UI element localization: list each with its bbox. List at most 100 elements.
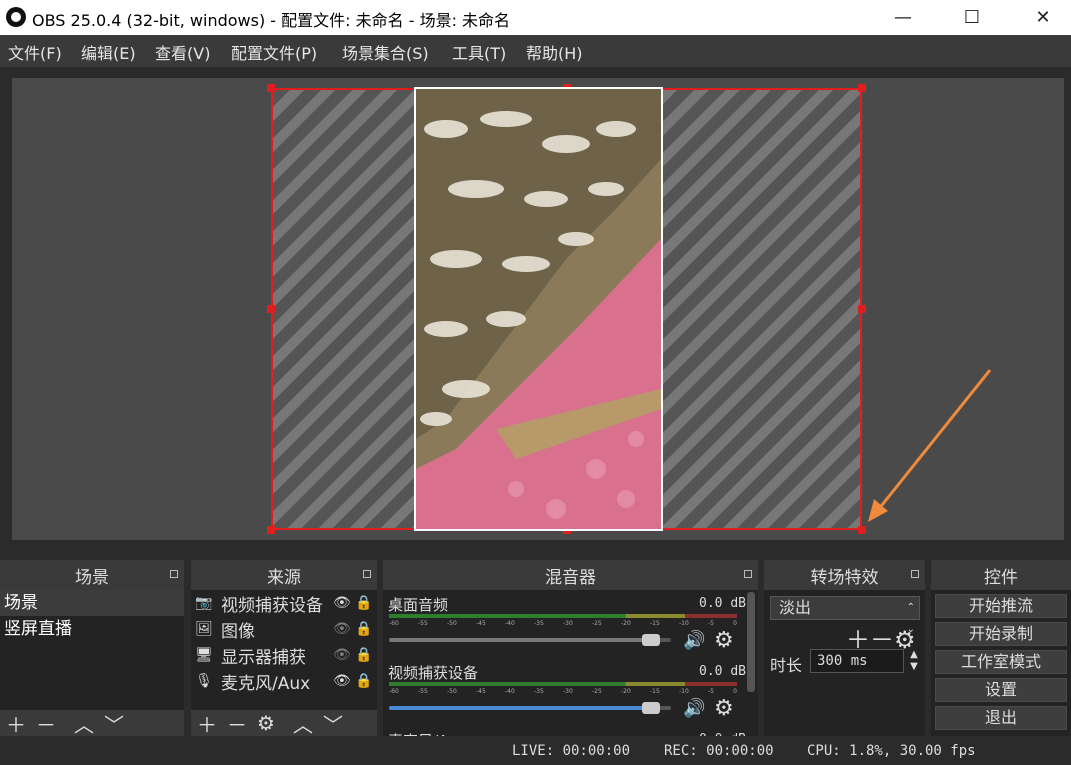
menu-file[interactable]: 文件(F) xyxy=(8,40,62,64)
resize-handle-top-right[interactable] xyxy=(858,84,866,92)
minimize-button[interactable]: — xyxy=(880,0,926,35)
resize-handle-bottom-right[interactable] xyxy=(858,526,866,534)
meter-tick-label: -15 xyxy=(650,688,660,695)
float-dock-icon[interactable] xyxy=(744,570,752,578)
duration-spinner-icon[interactable]: ▲ ▼ xyxy=(908,649,920,673)
scenes-toolbar: ＋ － ︿ ﹀ xyxy=(0,709,184,738)
gear-icon[interactable]: ⚙ xyxy=(257,711,275,735)
hidden-icon[interactable]: 👁 xyxy=(333,621,351,637)
meter-tick-label: -5 xyxy=(708,620,714,627)
float-dock-icon[interactable] xyxy=(363,570,371,578)
status-bar: LIVE: 00:00:00 REC: 00:00:00 CPU: 1.8%, … xyxy=(0,736,1071,765)
gear-icon[interactable]: ⚙ xyxy=(714,628,734,653)
meter-tick-label: -10 xyxy=(679,620,689,627)
start-streaming-button[interactable]: 开始推流 xyxy=(935,594,1067,618)
channel-db: 0.0 dB xyxy=(699,596,746,611)
microphone-icon: 🎙 xyxy=(195,673,213,689)
meter-tick-label: -20 xyxy=(621,620,631,627)
channel-name: 视频捕获设备 xyxy=(388,664,479,682)
mixer-dock-header: 混音器 xyxy=(383,560,758,590)
meter-tick-label: -35 xyxy=(534,688,544,695)
speaker-icon[interactable]: 🔊 xyxy=(683,630,705,651)
scene-item[interactable]: 场景 xyxy=(0,590,184,616)
mixer-channel: 桌面音频 0.0 dB -60 -55 -50 -45 -40 -35 -30 -25 -20 -15… xyxy=(383,590,758,658)
gear-icon[interactable]: ⚙ xyxy=(714,696,734,721)
speaker-icon[interactable]: 🔊 xyxy=(683,698,705,719)
menu-tools[interactable]: 工具(T) xyxy=(452,40,506,64)
source-item[interactable]: 🖥 显示器捕获 👁 🔒 xyxy=(191,642,377,668)
lock-icon[interactable]: 🔒 xyxy=(355,621,372,637)
mixer-scrollbar[interactable] xyxy=(747,592,755,692)
lock-icon[interactable]: 🔒 xyxy=(355,647,372,663)
volume-slider[interactable] xyxy=(389,702,671,714)
duration-label: 时长 xyxy=(770,656,803,675)
camera-icon: 📷 xyxy=(195,595,213,611)
volume-meter xyxy=(389,682,737,686)
visibility-icon[interactable]: 👁 xyxy=(333,595,351,611)
resize-handle-right[interactable] xyxy=(858,305,866,313)
slider-knob[interactable] xyxy=(642,702,661,714)
maximize-button[interactable]: ☐ xyxy=(949,0,995,35)
camera-feed-image xyxy=(414,87,663,531)
add-icon[interactable]: ＋ xyxy=(6,709,26,738)
channel-db: 0.0 dB xyxy=(699,664,746,679)
meter-tick-label: -45 xyxy=(476,620,486,627)
remove-icon[interactable]: － xyxy=(227,709,247,738)
move-down-icon[interactable]: ﹀ xyxy=(323,709,343,738)
source-name: 显示器捕获 xyxy=(221,647,306,668)
meter-tick-label: -25 xyxy=(592,688,602,695)
lock-icon[interactable]: 🔒 xyxy=(355,673,372,689)
source-name: 图像 xyxy=(221,621,255,642)
source-item[interactable]: 🎙 麦克风/Aux 👁 🔒 xyxy=(191,668,377,694)
sources-dock: 来源 📷 视频捕获设备 👁 🔒 🖼 图像 👁 🔒 🖥 显示器捕获 👁 🔒 🎙 麦… xyxy=(191,560,377,738)
sources-toolbar: ＋ － ⚙ ︿ ﹀ xyxy=(191,709,377,738)
menu-profile[interactable]: 配置文件(P) xyxy=(231,40,317,64)
menu-view[interactable]: 查看(V) xyxy=(155,40,210,64)
meter-tick-label: -15 xyxy=(650,620,660,627)
obs-logo-icon xyxy=(6,7,26,27)
remove-icon[interactable]: － xyxy=(36,709,56,738)
studio-mode-button[interactable]: 工作室模式 xyxy=(935,650,1067,674)
move-up-icon[interactable]: ︿ xyxy=(74,709,94,738)
mixer-channel: 视频捕获设备 0.0 dB -60 -55 -50 -45 -40 -35 -30 -25 -20-… xyxy=(383,658,758,726)
exit-button[interactable]: 退出 xyxy=(935,706,1067,730)
duration-input[interactable]: 300 ms xyxy=(810,649,904,673)
meter-tick-label: -45 xyxy=(476,688,486,695)
resize-handle-top-left[interactable] xyxy=(267,84,275,92)
mixer-dock: 混音器 桌面音频 0.0 dB -60 -55 -50 -45 -40 -35 -30 -25 -2… xyxy=(383,560,758,736)
meter-tick-label: -55 xyxy=(418,688,428,695)
source-item[interactable]: 📷 视频捕获设备 👁 🔒 xyxy=(191,590,377,616)
menu-help[interactable]: 帮助(H) xyxy=(526,40,583,64)
lock-icon[interactable]: 🔒 xyxy=(355,595,372,611)
scene-item[interactable]: 竖屏直播 xyxy=(0,616,184,642)
resize-handle-bottom-left[interactable] xyxy=(267,526,275,534)
volume-slider[interactable] xyxy=(389,634,671,646)
scenes-dock-title: 场景 xyxy=(75,567,109,588)
live-status: LIVE: 00:00:00 xyxy=(512,743,631,759)
rec-status: REC: 00:00:00 xyxy=(664,743,774,759)
cpu-status: CPU: 1.8%, 30.00 fps xyxy=(807,743,976,759)
scenes-dock: 场景 场景 竖屏直播 ＋ － ︿ ﹀ xyxy=(0,560,184,738)
menu-scene-collection[interactable]: 场景集合(S) xyxy=(342,40,429,64)
visibility-icon[interactable]: 👁 xyxy=(333,673,351,689)
start-recording-button[interactable]: 开始录制 xyxy=(935,622,1067,646)
mixer-dock-title: 混音器 xyxy=(545,567,596,588)
meter-tick-label: -40 xyxy=(505,620,515,627)
close-button[interactable]: ✕ xyxy=(1020,0,1066,35)
settings-button[interactable]: 设置 xyxy=(935,678,1067,702)
source-item[interactable]: 🖼 图像 👁 🔒 xyxy=(191,616,377,642)
transition-select[interactable]: 淡出 ⌃ ⌄ xyxy=(770,596,920,635)
move-down-icon[interactable]: ﹀ xyxy=(104,709,124,738)
float-dock-icon[interactable] xyxy=(911,570,919,578)
hidden-icon[interactable]: 👁 xyxy=(333,647,351,663)
meter-tick-label: -20 xyxy=(621,688,631,695)
resize-handle-left[interactable] xyxy=(267,305,275,313)
add-icon[interactable]: ＋ xyxy=(197,709,217,738)
window-title: OBS 25.0.4 (32-bit, windows) - 配置文件: 未命名… xyxy=(32,11,511,30)
move-up-icon[interactable]: ︿ xyxy=(293,709,313,738)
float-dock-icon[interactable] xyxy=(170,570,178,578)
menu-edit[interactable]: 编辑(E) xyxy=(81,40,136,64)
meter-tick-label: -60 xyxy=(389,620,399,627)
slider-knob[interactable] xyxy=(642,634,661,646)
meter-tick-label: -55 xyxy=(418,620,428,627)
